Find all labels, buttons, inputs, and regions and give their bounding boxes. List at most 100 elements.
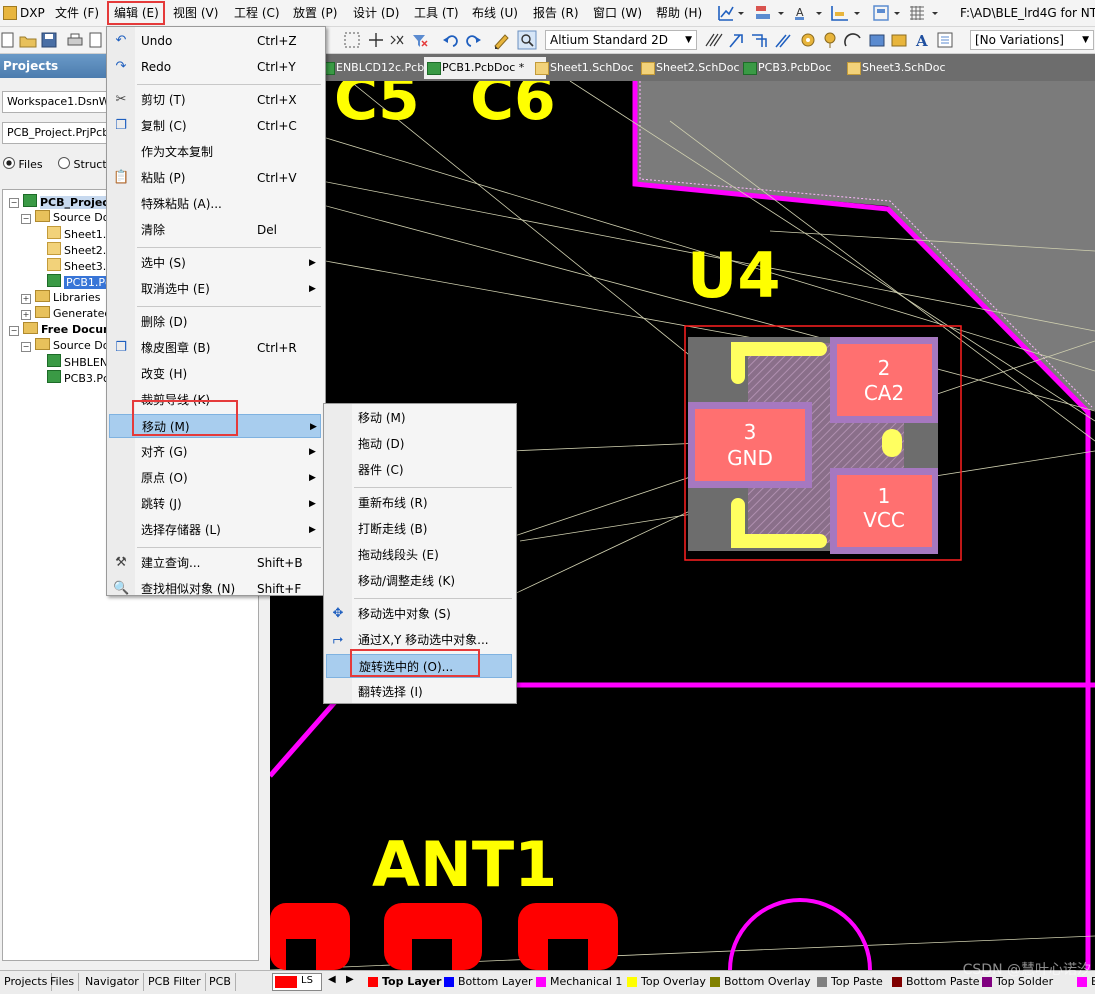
hatch-icon[interactable] — [705, 33, 723, 47]
menu-item[interactable]: 原点 (O) ▶ — [109, 466, 321, 490]
scroll-right-icon[interactable]: ▶ — [346, 974, 354, 985]
dxp-logo-icon[interactable] — [3, 6, 17, 20]
menu-item[interactable]: ❐ 复制 (C) Ctrl+C — [109, 114, 321, 138]
menu-item[interactable]: ↷ Redo Ctrl+Y — [109, 55, 321, 79]
menu-dxp[interactable]: DXP — [18, 4, 47, 22]
menu-item[interactable]: 器件 (C) — [326, 458, 512, 482]
menu-item[interactable]: 选中 (S) ▶ — [109, 251, 321, 275]
radio-structure[interactable]: Structure — [58, 157, 108, 173]
panel-tab[interactable]: PCB Filter — [144, 973, 206, 991]
dropdown-arrow-icon[interactable] — [894, 12, 900, 15]
menu-item[interactable]: ↶ Undo Ctrl+Z — [109, 29, 321, 53]
dropdown-arrow-icon[interactable] — [932, 12, 938, 15]
panel-tab[interactable]: PCB — [205, 973, 236, 991]
redo-toolbar-icon[interactable] — [466, 35, 481, 47]
dimension-tool-icon[interactable] — [831, 6, 848, 21]
menu-item[interactable]: 清除 Del — [109, 218, 321, 242]
menu-item[interactable]: 🔍 查找相似对象 (N) Shift+F — [109, 577, 321, 601]
menu-item[interactable]: 拖动 (D) — [326, 432, 512, 456]
menu-item[interactable]: 对齐 (G) ▶ — [109, 440, 321, 464]
dropdown-arrow-icon[interactable] — [738, 12, 744, 15]
menu-help[interactable]: 帮助 (H) — [654, 4, 704, 22]
dropdown-arrow-icon[interactable] — [778, 12, 784, 15]
menu-item[interactable]: ✂ 剪切 (T) Ctrl+X — [109, 88, 321, 112]
align-tool-icon[interactable] — [756, 6, 770, 19]
tree-expander-icon[interactable]: − — [9, 326, 19, 336]
tree-expander-icon[interactable]: + — [21, 310, 31, 320]
doc-tab[interactable]: Sheet2.SchDoc — [638, 57, 756, 79]
menu-route[interactable]: 布线 (U) — [470, 4, 520, 22]
scroll-left-icon[interactable]: ◀ — [328, 974, 336, 985]
zoom-fit-icon[interactable] — [517, 30, 537, 50]
doc-tab[interactable]: Sheet3.SchDoc — [844, 57, 966, 79]
tree-expander-icon[interactable]: − — [9, 198, 19, 208]
menu-item[interactable]: 移动/调整走线 (K) — [326, 569, 512, 593]
menu-item[interactable]: 特殊粘贴 (A)... — [109, 192, 321, 216]
arc-icon[interactable] — [844, 33, 861, 47]
layer-tab[interactable]: Bottom Overlay — [708, 973, 811, 991]
menu-file[interactable]: 文件 (F) — [53, 4, 101, 22]
panel-tab[interactable]: Files — [46, 973, 80, 991]
deselect-icon[interactable] — [413, 35, 428, 47]
cross-select-icon[interactable] — [390, 35, 404, 45]
chart-tool-icon[interactable] — [718, 6, 734, 21]
polygon-pour-icon[interactable] — [891, 34, 907, 47]
menu-item[interactable]: 重新布线 (R) — [326, 491, 512, 515]
menu-view[interactable]: 视图 (V) — [171, 4, 220, 22]
print-preview-icon[interactable] — [89, 32, 102, 48]
menu-reports[interactable]: 报告 (R) — [531, 4, 581, 22]
menu-item[interactable]: 📋 粘贴 (P) Ctrl+V — [109, 166, 321, 190]
tree-expander-icon[interactable]: − — [21, 214, 31, 224]
layer-tab[interactable]: Bottom Layer — [442, 973, 533, 991]
layer-tab[interactable]: Mechanical 1 — [534, 973, 622, 991]
undo-toolbar-icon[interactable] — [443, 35, 458, 47]
menu-item[interactable]: ❐ 橡皮图章 (B) Ctrl+R — [109, 336, 321, 360]
menu-item[interactable]: 移动 (M) — [326, 406, 512, 430]
menu-design[interactable]: 设计 (D) — [351, 4, 401, 22]
layer-color-button[interactable]: LS — [272, 973, 322, 991]
menu-item[interactable]: 删除 (D) — [109, 310, 321, 334]
menu-item[interactable]: 拖动线段头 (E) — [326, 543, 512, 567]
layer-tab[interactable]: Top Overlay — [625, 973, 706, 991]
pad-2[interactable] — [837, 344, 932, 416]
via-icon[interactable] — [824, 32, 836, 48]
menu-item[interactable]: 取消选中 (E) ▶ — [109, 277, 321, 301]
layer-tab[interactable]: Top Paste — [815, 973, 883, 991]
pencil-icon[interactable] — [494, 34, 509, 50]
doc-tab[interactable]: PCB1.PcbDoc * — [424, 57, 546, 79]
menu-item[interactable]: 作为文本复制 — [109, 140, 321, 164]
move-icon[interactable] — [369, 33, 383, 47]
new-document-icon[interactable] — [1, 32, 14, 48]
menu-project[interactable]: 工程 (C) — [232, 4, 282, 22]
menu-place[interactable]: 放置 (P) — [291, 4, 339, 22]
panel-tab[interactable]: Projects — [0, 973, 53, 991]
menu-item[interactable]: 改变 (H) — [109, 362, 321, 386]
dropdown-arrow-icon[interactable] — [816, 12, 822, 15]
view-mode-select[interactable]: Altium Standard 2D ▼ — [545, 30, 697, 50]
dropdown-arrow-icon[interactable] — [854, 12, 860, 15]
room-tool-icon[interactable] — [873, 5, 889, 21]
radio-files[interactable]: Files — [3, 157, 43, 173]
grid-tool-icon[interactable] — [910, 6, 924, 20]
menu-item[interactable]: ⚒ 建立查询... Shift+B — [109, 551, 321, 575]
menu-item[interactable]: 跳转 (J) ▶ — [109, 492, 321, 516]
menu-item[interactable]: 打断走线 (B) — [326, 517, 512, 541]
tree-expander-icon[interactable]: − — [21, 342, 31, 352]
tree-item[interactable]: Generated — [35, 306, 111, 322]
menu-window[interactable]: 窗口 (W) — [591, 4, 644, 22]
doc-tab[interactable]: Sheet1.SchDoc — [532, 57, 652, 79]
save-icon[interactable] — [41, 32, 57, 48]
component-tool-icon[interactable]: A — [795, 6, 804, 20]
multi-route-icon[interactable] — [775, 34, 791, 48]
tree-item[interactable]: Libraries — [35, 290, 101, 306]
fill-icon[interactable] — [869, 34, 885, 47]
select-area-icon[interactable] — [344, 32, 360, 48]
interactive-route-icon[interactable] — [729, 34, 743, 48]
diff-pair-route-icon[interactable] — [752, 34, 767, 47]
variations-select[interactable]: [No Variations] ▼ — [970, 30, 1094, 50]
doc-tab[interactable]: PCB3.PcbDoc — [740, 57, 858, 79]
open-folder-icon[interactable] — [19, 36, 37, 48]
layer-tab[interactable]: Top Layer — [366, 973, 441, 991]
menu-tools[interactable]: 工具 (T) — [412, 4, 461, 22]
menu-item[interactable]: 选择存储器 (L) ▶ — [109, 518, 321, 542]
